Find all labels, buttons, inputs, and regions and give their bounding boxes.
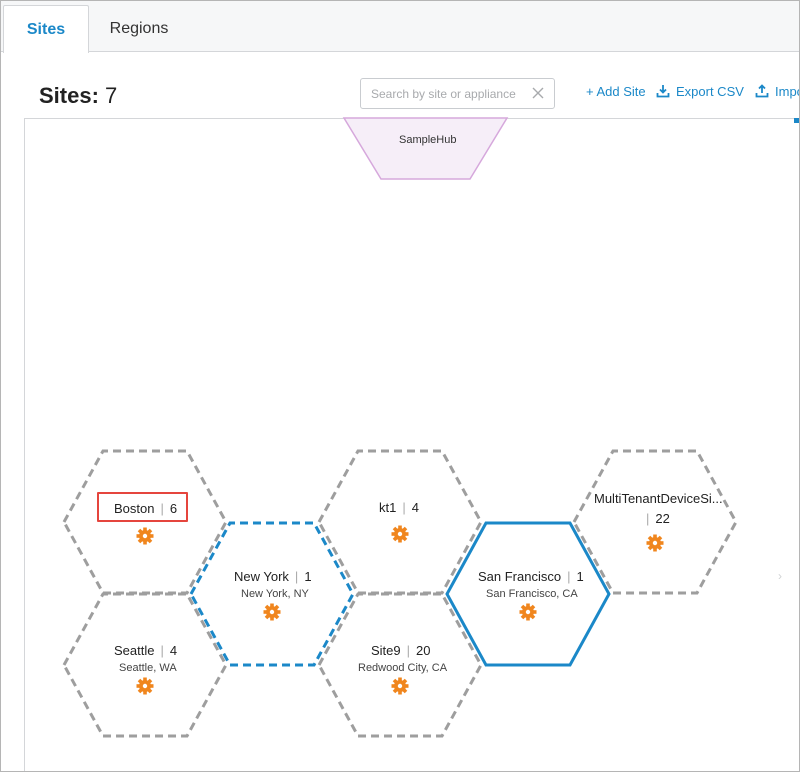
site-location-site9: Redwood City, CA (358, 662, 448, 674)
site-location-new-york: New York, NY (241, 588, 309, 600)
separator: | (406, 643, 411, 658)
separator: | (402, 500, 406, 515)
site-count: 1 (576, 569, 584, 584)
site-location-seattle: Seattle, WA (119, 662, 177, 674)
gear-icon[interactable] (646, 534, 664, 552)
site-count: 4 (169, 643, 178, 658)
gear-icon[interactable] (391, 677, 409, 695)
separator: | (567, 569, 571, 584)
gear-icon[interactable] (136, 527, 154, 545)
site-label-boston[interactable]: Boston | 6 (114, 501, 177, 516)
site-label-site9[interactable]: Site9 | 20 (371, 643, 431, 658)
hex-kt1[interactable] (317, 449, 483, 595)
gear-icon[interactable] (136, 677, 154, 695)
gear-icon[interactable] (263, 603, 281, 621)
site-name: Boston (114, 501, 155, 516)
site-name: Seattle (114, 643, 155, 658)
site-count: 20 (416, 643, 431, 658)
separator: | (160, 501, 164, 516)
site-name: New York (234, 569, 289, 584)
site-label-kt1[interactable]: kt1 | 4 (379, 500, 419, 515)
gear-icon[interactable] (391, 525, 409, 543)
site-name: San Francisco (478, 569, 562, 584)
separator: | (294, 569, 299, 584)
site-location-san-francisco: San Francisco, CA (486, 588, 578, 600)
hub-hex[interactable] (342, 117, 509, 180)
gear-icon[interactable] (519, 603, 537, 621)
site-count: 1 (304, 569, 312, 584)
site-label-san-francisco[interactable]: San Francisco | 1 (478, 569, 584, 584)
site-name: MultiTenantDeviceSi... (594, 491, 723, 506)
app-window: Sites Regions Sites: 7 + Add Site Export… (0, 0, 800, 772)
site-name: kt1 (379, 500, 397, 515)
separator: | (160, 643, 164, 658)
site-count: 22 (655, 511, 670, 526)
hex-boston[interactable] (62, 449, 228, 595)
site-count-multitenant: | 22 (646, 511, 670, 526)
hub-name: SampleHub (399, 134, 457, 146)
site-label-seattle[interactable]: Seattle | 4 (114, 643, 177, 658)
site-name: Site9 (371, 643, 401, 658)
site-count: 4 (411, 500, 419, 515)
site-label-new-york[interactable]: New York | 1 (234, 569, 312, 584)
separator: | (646, 511, 650, 526)
site-label-multitenant[interactable]: MultiTenantDeviceSi... (594, 491, 723, 506)
site-count: 6 (169, 501, 178, 516)
